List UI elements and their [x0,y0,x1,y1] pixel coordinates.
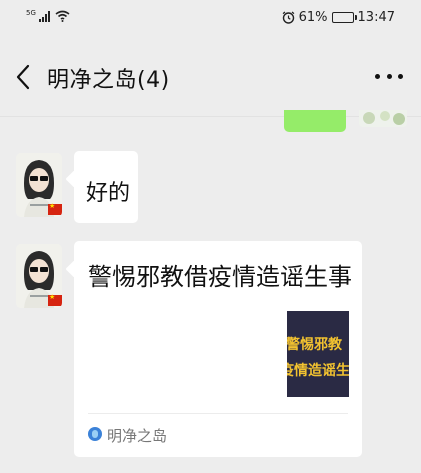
thumbnail-text: 疫情造谣生 [287,363,349,379]
wifi-icon [55,10,70,22]
thumbnail-text: 警惕邪教 [287,337,342,353]
link-card-source: 明净之岛 [107,427,168,445]
header-divider [0,116,421,117]
chat-screen: 5G 61% 13:47 明净之岛(4) ★ 好的 ★ 警惕邪教借疫情造谣生事 … [0,0,421,473]
chat-title[interactable]: 明净之岛(4) [47,62,170,94]
bubble-tail [65,170,83,188]
battery-percent: 61% [298,10,328,25]
chevron-left-icon [16,64,30,90]
sender-avatar[interactable] [16,244,62,308]
signal-icon [38,10,50,22]
link-card-thumbnail: 警惕邪教 疫情造谣生 [287,311,349,397]
link-card[interactable]: 警惕邪教借疫情造谣生事 警惕邪教 疫情造谣生 明净之岛 [65,241,362,457]
more-dots-icon [375,73,380,79]
back-button[interactable] [10,58,40,94]
network-label: 5G [26,9,36,17]
battery-icon [331,12,357,23]
china-flag-icon [48,293,62,306]
self-avatar[interactable] [359,110,407,127]
link-card-title: 警惕邪教借疫情造谣生事 [88,263,352,291]
clock-time: 13:47 [357,10,395,25]
more-button[interactable] [375,62,403,90]
chat-header: 明净之岛(4) [0,38,421,116]
status-left: 5G [26,10,70,22]
alarm-clock-icon [282,11,294,24]
status-right: 61% 13:47 [282,10,395,25]
official-account-icon [88,427,102,441]
china-flag-icon [48,202,62,215]
bubble-tail [65,260,83,278]
message-bubble[interactable]: 好的 [65,151,138,223]
card-divider [88,413,348,414]
previous-outgoing-bubble[interactable] [284,110,346,132]
message-text: 好的 [86,181,131,206]
status-bar: 5G 61% 13:47 [0,0,421,38]
sender-avatar[interactable] [16,153,62,217]
